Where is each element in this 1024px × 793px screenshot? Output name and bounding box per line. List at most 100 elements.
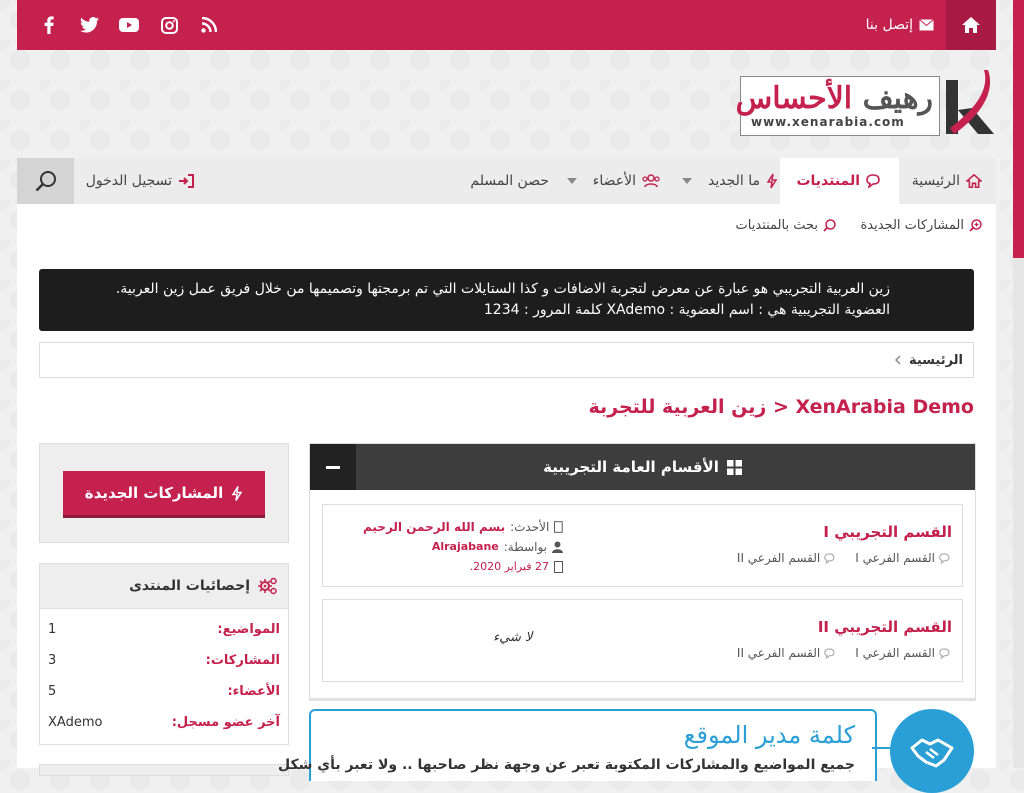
subnav-new-posts[interactable]: المشاركات الجديدة bbox=[861, 204, 983, 247]
nav-login[interactable]: تسجيل الدخول bbox=[86, 158, 194, 204]
twitter-icon[interactable] bbox=[69, 0, 109, 50]
nav-members[interactable]: الأعضاء bbox=[566, 158, 660, 204]
category-title-link[interactable]: الأقسام العامة التجريبية bbox=[310, 444, 975, 490]
collapse-button[interactable] bbox=[310, 444, 356, 490]
notice-line-1: زين العربية التجريبي هو عبارة عن معرض لت… bbox=[115, 281, 890, 297]
bolt-icon bbox=[231, 485, 243, 501]
subforum-list: القسم الفرعي I القسم الفرعي II bbox=[737, 551, 952, 565]
instagram-icon[interactable] bbox=[149, 0, 189, 50]
nav-forums-label: المنتديات bbox=[796, 173, 860, 189]
subnav-search-forums-label: بحث بالمنتديات bbox=[735, 218, 818, 233]
search-button[interactable] bbox=[17, 158, 74, 204]
stat-row: آخر عضو مسجل: XAdemo bbox=[48, 715, 280, 730]
envelope-icon bbox=[919, 19, 934, 31]
main-nav: الرئيسية المنتديات ما الجديد الأعضاء حصن… bbox=[17, 158, 996, 205]
admin-connector bbox=[872, 747, 892, 749]
subforum-list: القسم الفرعي I القسم الفرعي II bbox=[737, 646, 952, 660]
contact-label: إتصل بنا bbox=[865, 17, 913, 33]
chevron-down-icon[interactable] bbox=[566, 178, 577, 184]
latest-user-link[interactable]: Alrajabane bbox=[432, 537, 499, 557]
notice-line-2: العضوية التجريبية هي : اسم العضوية : XAd… bbox=[483, 302, 890, 318]
grid-icon bbox=[726, 459, 742, 475]
search-icon bbox=[823, 219, 836, 232]
facebook-icon[interactable] bbox=[29, 0, 69, 50]
bolt-icon bbox=[766, 173, 778, 189]
top-home-button[interactable] bbox=[946, 0, 996, 50]
page-scrollbar[interactable] bbox=[1013, 0, 1024, 768]
stat-row: المشاركات: 3 bbox=[48, 653, 280, 668]
sign-in-icon bbox=[179, 174, 194, 188]
cogs-icon bbox=[258, 577, 277, 595]
notice-banner: زين العربية التجريبي هو عبارة عن معرض لت… bbox=[39, 269, 974, 331]
subforum-link[interactable]: القسم الفرعي II bbox=[737, 646, 837, 660]
logo-box: رهيف الأحساس www.xenarabia.com bbox=[736, 76, 940, 136]
scrollbar-thumb[interactable] bbox=[1013, 0, 1024, 258]
forum-node: القسم التجريبي II القسم الفرعي I القسم ا… bbox=[322, 599, 963, 682]
nav-home[interactable]: الرئيسية bbox=[912, 158, 982, 204]
forum-node: القسم التجريبي I القسم الفرعي I القسم ال… bbox=[322, 504, 963, 587]
home-icon bbox=[962, 17, 980, 33]
sub-nav: المشاركات الجديدة بحث بالمنتديات bbox=[17, 204, 996, 248]
top-bar: إتصل بنا bbox=[17, 0, 996, 50]
forum-category: الأقسام العامة التجريبية القسم التجريبي … bbox=[309, 443, 976, 701]
stat-row: المواضيع: 1 bbox=[48, 622, 280, 637]
search-plus-icon bbox=[969, 219, 982, 232]
rss-icon[interactable] bbox=[189, 0, 229, 50]
forum-node-title[interactable]: القسم التجريبي I bbox=[823, 523, 952, 541]
category-title: الأقسام العامة التجريبية bbox=[543, 458, 719, 476]
social-links bbox=[29, 0, 229, 50]
breadcrumb-home[interactable]: الرئيسية bbox=[894, 343, 963, 377]
admin-word-body: جميع المواضيع والمشاركات المكتوبة تعبر ع… bbox=[278, 757, 855, 773]
logo-url: www.xenarabia.com bbox=[751, 115, 905, 129]
site-logo[interactable]: رهيف الأحساس www.xenarabia.com bbox=[736, 68, 996, 138]
forum-stats-header: إحصائيات المنتدى bbox=[40, 564, 288, 609]
no-posts-label: لا شيء bbox=[493, 630, 533, 645]
subforum-link[interactable]: القسم الفرعي I bbox=[855, 646, 952, 660]
latest-row: الأحدث: بسم الله الرحمن الرحيم bbox=[363, 517, 563, 537]
comment-icon bbox=[824, 552, 835, 564]
comment-icon bbox=[824, 647, 835, 659]
chevron-down-icon[interactable] bbox=[681, 178, 692, 184]
nav-members-label: الأعضاء bbox=[592, 173, 636, 189]
contact-link[interactable]: إتصل بنا bbox=[866, 0, 934, 50]
youtube-icon[interactable] bbox=[109, 0, 149, 50]
nav-login-label: تسجيل الدخول bbox=[85, 173, 172, 189]
logo-mark-icon bbox=[946, 70, 994, 134]
nav-hisn[interactable]: حصن المسلم bbox=[470, 158, 549, 204]
sidebar-new-posts: المشاركات الجديدة bbox=[39, 443, 289, 543]
comment-icon bbox=[939, 647, 950, 659]
stat-row: الأعضاء: 5 bbox=[48, 684, 280, 699]
admin-word-box: كلمة مدير الموقع جميع المواضيع والمشاركا… bbox=[278, 709, 877, 781]
page-title: XenArabia Demo < زين العربية للتجربة bbox=[588, 396, 974, 418]
subforum-link[interactable]: القسم الفرعي II bbox=[737, 551, 837, 565]
nav-hisn-label: حصن المسلم bbox=[470, 173, 549, 189]
newest-member-link[interactable]: XAdemo bbox=[48, 715, 102, 730]
file-icon bbox=[554, 521, 563, 533]
forum-node-title[interactable]: القسم التجريبي II bbox=[818, 618, 952, 636]
home-icon bbox=[966, 174, 982, 188]
user-icon bbox=[552, 541, 563, 553]
new-posts-button[interactable]: المشاركات الجديدة bbox=[63, 471, 265, 515]
date-row: 27 فبراير 2020. bbox=[363, 557, 563, 577]
search-icon bbox=[35, 171, 56, 192]
minus-icon bbox=[326, 465, 340, 469]
comments-icon bbox=[866, 174, 880, 188]
forum-stats-title: إحصائيات المنتدى bbox=[129, 564, 278, 608]
nav-whats-new[interactable]: ما الجديد bbox=[681, 158, 778, 204]
nav-forums[interactable]: المنتديات bbox=[780, 158, 899, 204]
admin-word-title: كلمة مدير الموقع bbox=[683, 721, 855, 749]
subforum-link[interactable]: القسم الفرعي I bbox=[855, 551, 952, 565]
subnav-search-forums[interactable]: بحث بالمنتديات bbox=[736, 204, 836, 247]
comment-icon bbox=[939, 552, 950, 564]
forum-stats: إحصائيات المنتدى المواضيع: 1 المشاركات: 3 … bbox=[39, 563, 289, 745]
sidebar-next-block bbox=[39, 764, 289, 776]
breadcrumb: الرئيسية bbox=[39, 342, 974, 378]
subnav-new-posts-label: المشاركات الجديدة bbox=[860, 218, 965, 233]
latest-post: الأحدث: بسم الله الرحمن الرحيم بواسطة: A… bbox=[363, 517, 563, 577]
file-icon bbox=[554, 561, 563, 573]
by-row: بواسطة: Alrajabane bbox=[363, 537, 563, 557]
latest-thread-link[interactable]: بسم الله الرحمن الرحيم bbox=[363, 517, 505, 537]
nav-whats-new-label: ما الجديد bbox=[707, 173, 760, 189]
category-header: الأقسام العامة التجريبية bbox=[310, 444, 975, 490]
users-icon bbox=[642, 174, 660, 188]
